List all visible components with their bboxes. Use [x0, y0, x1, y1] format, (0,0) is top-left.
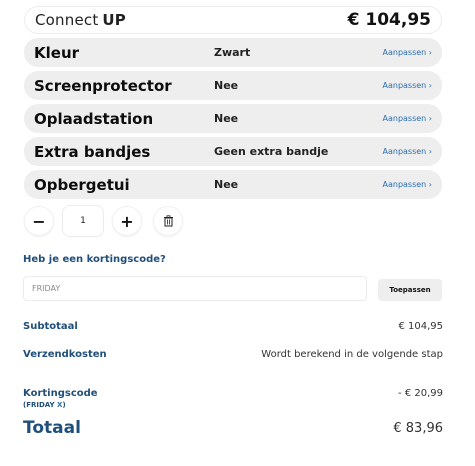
option-row-extra-bandjes: Extra bandjes Geen extra bandje Aanpasse… — [24, 137, 442, 166]
shipping-label: Verzendkosten — [23, 349, 107, 360]
edit-link[interactable]: Aanpassen › — [383, 114, 433, 123]
option-value: Nee — [214, 112, 239, 125]
option-row-opbergetui: Opbergetui Nee Aanpassen › — [24, 170, 442, 199]
product-name-suffix: UP — [102, 11, 126, 29]
apply-coupon-button[interactable]: Toepassen — [378, 279, 442, 301]
total-label: Totaal — [23, 418, 81, 438]
option-value: Geen extra bandje — [214, 145, 329, 158]
option-row-kleur: Kleur Zwart Aanpassen › — [24, 38, 442, 67]
option-label: Kleur — [34, 43, 80, 62]
discount-value: - € 20,99 — [398, 388, 443, 399]
edit-link[interactable]: Aanpassen › — [383, 180, 433, 189]
coupon-code-input[interactable]: FRIDAY — [23, 276, 367, 301]
quantity-input[interactable]: 1 — [62, 205, 104, 237]
option-label: Oplaadstation — [34, 109, 154, 128]
option-row-screenprotector: Screenprotector Nee Aanpassen › — [24, 71, 442, 100]
option-value: Nee — [214, 79, 239, 92]
coupon-heading: Heb je een kortingscode? — [23, 254, 166, 265]
increase-quantity-button[interactable]: + — [112, 206, 142, 236]
shipping-value: Wordt berekend in de volgende stap — [261, 349, 443, 360]
decrease-quantity-button[interactable]: − — [24, 206, 54, 236]
product-price: € 104,95 — [347, 10, 431, 30]
edit-link[interactable]: Aanpassen › — [383, 147, 433, 156]
subtotal-label: Subtotaal — [23, 321, 78, 332]
discount-code-tag: (FRIDAY X) — [23, 401, 66, 409]
edit-link[interactable]: Aanpassen › — [383, 48, 433, 57]
total-value: € 83,96 — [393, 421, 443, 436]
option-value: Nee — [214, 178, 239, 191]
option-label: Extra bandjes — [34, 142, 151, 161]
discount-label: Kortingscode — [23, 388, 98, 399]
subtotal-value: € 104,95 — [398, 321, 443, 332]
product-header: Connect UP € 104,95 — [24, 6, 442, 34]
option-label: Opbergetui — [34, 175, 130, 194]
option-value: Zwart — [214, 46, 251, 59]
edit-link[interactable]: Aanpassen › — [383, 81, 433, 90]
product-name: Connect UP — [35, 11, 126, 29]
option-row-oplaadstation: Oplaadstation Nee Aanpassen › — [24, 104, 442, 133]
trash-icon — [163, 215, 173, 227]
option-label: Screenprotector — [34, 76, 172, 95]
remove-item-button[interactable] — [153, 206, 183, 236]
